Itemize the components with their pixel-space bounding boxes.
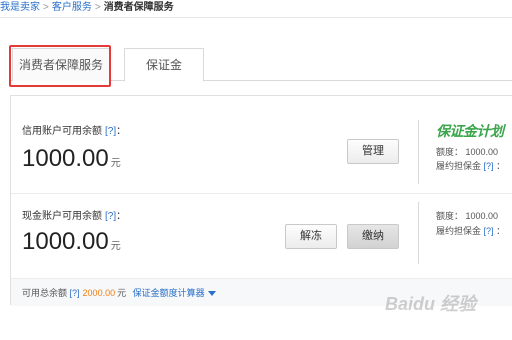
credit-balance-value: 1000.00 <box>22 145 109 172</box>
quota-value: 1000.00 <box>465 147 499 157</box>
breadcrumb-separator: > <box>43 2 49 13</box>
breadcrumb-current: 消费者保障服务 <box>103 2 174 13</box>
total-balance-unit: 元 <box>117 288 127 298</box>
tab-deposit[interactable]: 保证金 <box>124 48 204 82</box>
credit-balance-colon: ： <box>116 126 127 137</box>
manage-button[interactable]: 管理 <box>347 139 399 164</box>
credit-deposit-info: 履约担保金 [?] ： <box>436 159 505 173</box>
credit-balance-label-text: 信用账户可用余额 <box>22 126 102 137</box>
cash-help-link[interactable]: [?] <box>105 211 116 222</box>
cash-balance-label-text: 现金账户可用余额 <box>22 211 102 222</box>
credit-account-section: 信用账户可用余额 [?]： 1000.00 元 管理 保证金计划 额度： 1000.… <box>11 96 512 194</box>
divider-line <box>418 120 419 184</box>
cash-deposit-info: 履约担保金 [?] ： <box>436 224 505 238</box>
cash-balance-amount: 1000.00 元 <box>22 228 121 256</box>
cash-balance-colon: ： <box>116 211 127 222</box>
deposit-calculator-link[interactable]: 保证金额度计算器 <box>133 288 216 298</box>
total-help-link[interactable]: [?] <box>70 288 80 298</box>
breadcrumb-seller[interactable]: 我是卖家 <box>0 2 40 13</box>
deposit-plan-logo: 保证金计划 <box>436 123 504 139</box>
deposit-help-link[interactable]: [?] <box>484 161 494 171</box>
credit-balance-unit: 元 <box>110 158 121 169</box>
cash-account-section: 现金账户可用余额 [?]： 1000.00 元 解冻 缴纳 额度： 1000.00 … <box>11 194 512 278</box>
quota-label: 额度： <box>436 147 464 157</box>
watermark-logo: Baidu 经验 <box>385 294 477 314</box>
breadcrumb-customer-service[interactable]: 客户服务 <box>52 2 92 13</box>
credit-help-link[interactable]: [?] <box>105 126 116 137</box>
total-balance-label: 可用总余额 <box>22 288 68 298</box>
quota-label: 额度： <box>436 211 464 221</box>
credit-balance-label: 信用账户可用余额 [?]： <box>22 122 126 137</box>
deposit-guarantee-colon: ： <box>496 161 506 171</box>
deposit-guarantee-label: 履约担保金 <box>436 226 482 236</box>
deposit-guarantee-colon: ： <box>496 226 506 236</box>
quota-value: 1000.00 <box>465 211 499 221</box>
cash-quota-info: 额度： 1000.00 <box>436 209 498 223</box>
deposit-help-link[interactable]: [?] <box>484 226 494 236</box>
divider-line <box>418 202 419 264</box>
breadcrumb: 我是卖家 > 客户服务 > 消费者保障服务 <box>0 0 512 18</box>
cash-balance-value: 1000.00 <box>22 228 109 255</box>
pay-button[interactable]: 缴纳 <box>347 224 399 249</box>
cash-balance-unit: 元 <box>110 241 121 252</box>
chevron-down-icon <box>207 291 216 297</box>
breadcrumb-separator: > <box>94 2 101 13</box>
credit-balance-amount: 1000.00 元 <box>22 145 121 173</box>
unfreeze-button[interactable]: 解冻 <box>285 224 337 249</box>
cash-balance-label: 现金账户可用余额 [?]： <box>22 207 126 222</box>
highlight-box <box>9 45 111 87</box>
credit-quota-info: 额度： 1000.00 <box>436 145 498 159</box>
deposit-calculator-label: 保证金额度计算器 <box>132 288 205 298</box>
total-balance-value: 2000.00 <box>82 288 116 298</box>
deposit-panel: 信用账户可用余额 [?]： 1000.00 元 管理 保证金计划 额度： 1000.… <box>10 95 512 306</box>
deposit-guarantee-label: 履约担保金 <box>436 161 482 171</box>
